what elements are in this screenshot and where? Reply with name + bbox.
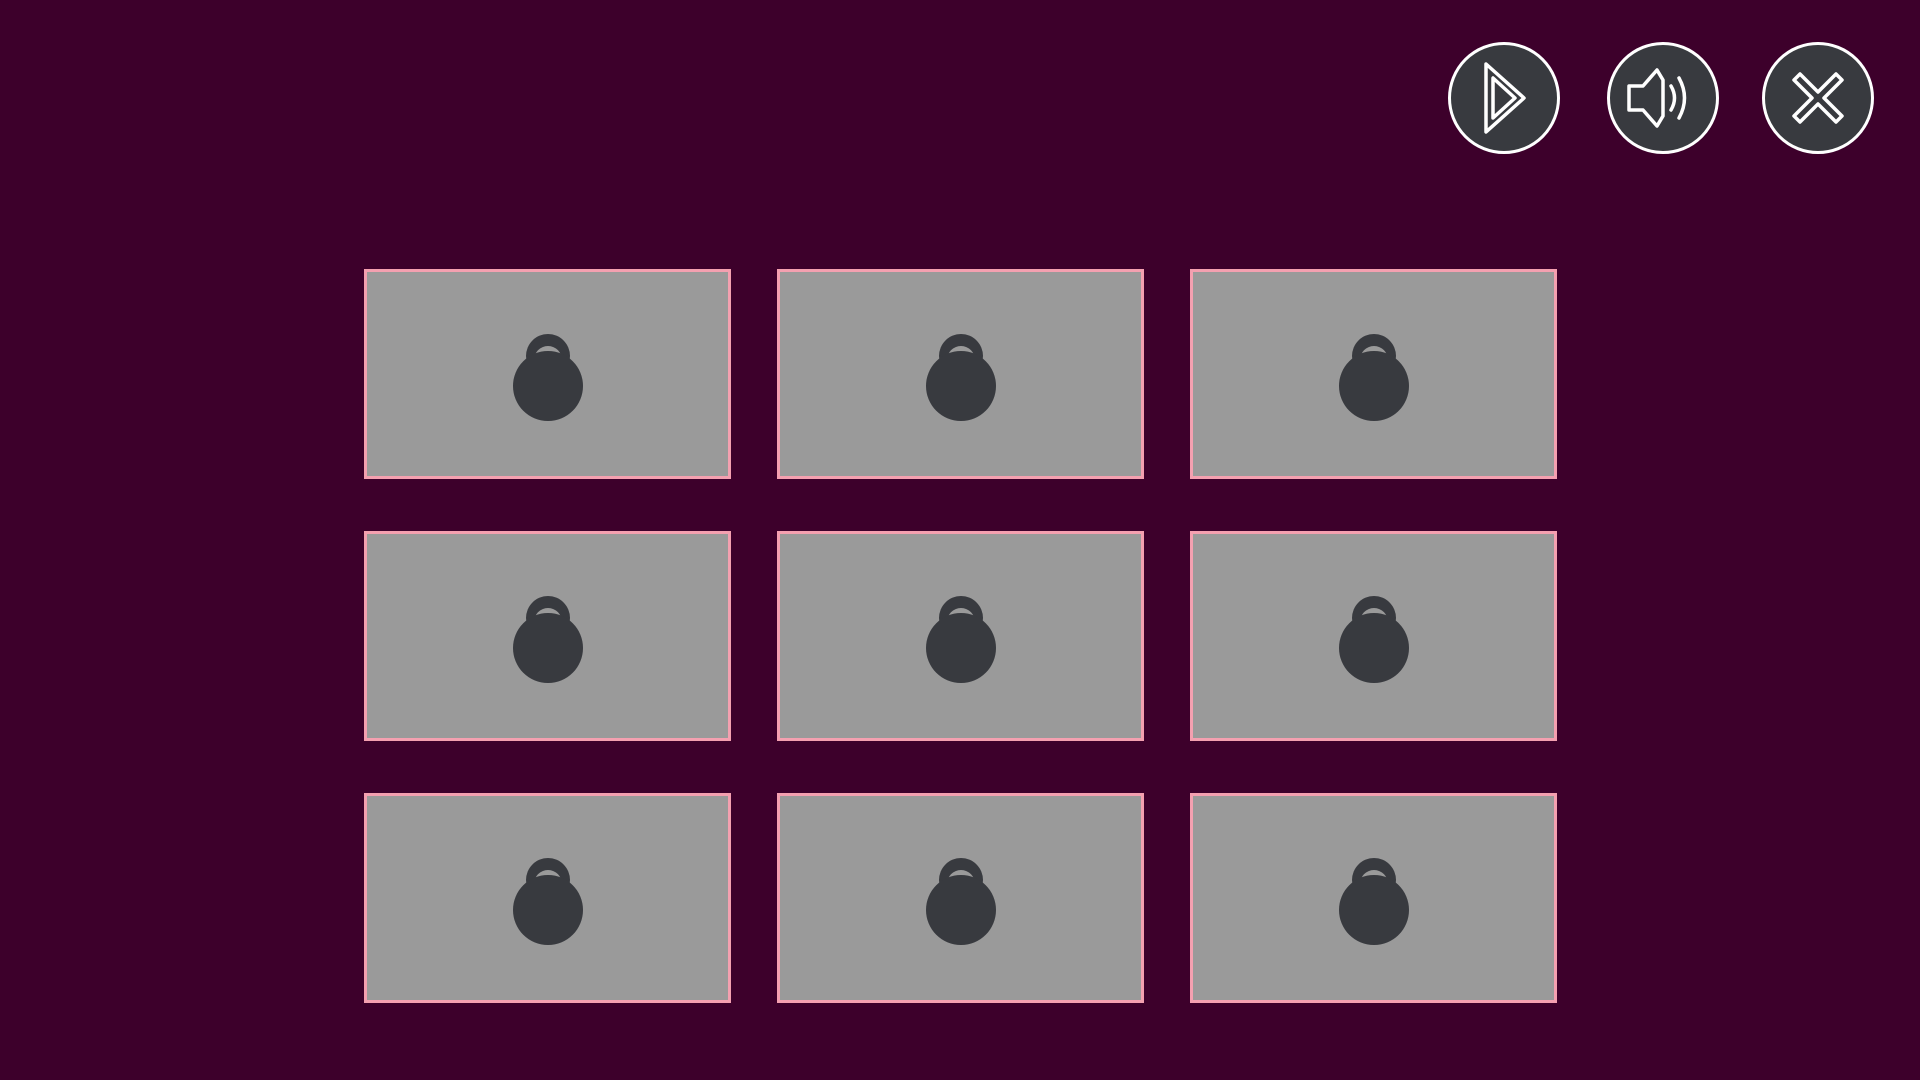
level-tile-9[interactable] — [1190, 793, 1557, 1003]
close-icon — [1782, 62, 1854, 134]
lock-icon — [925, 850, 997, 946]
lock-icon — [512, 326, 584, 422]
lock-icon — [1338, 850, 1410, 946]
play-button[interactable] — [1448, 42, 1560, 154]
speaker-icon — [1623, 58, 1703, 138]
level-tile-8[interactable] — [777, 793, 1144, 1003]
level-tile-7[interactable] — [364, 793, 731, 1003]
lock-icon — [1338, 326, 1410, 422]
level-tile-1[interactable] — [364, 269, 731, 479]
level-tile-4[interactable] — [364, 531, 731, 741]
level-tile-6[interactable] — [1190, 531, 1557, 741]
close-button[interactable] — [1762, 42, 1874, 154]
level-tile-2[interactable] — [777, 269, 1144, 479]
level-tile-3[interactable] — [1190, 269, 1557, 479]
lock-icon — [512, 588, 584, 684]
level-tile-5[interactable] — [777, 531, 1144, 741]
game-screen — [0, 0, 1920, 1080]
sound-button[interactable] — [1607, 42, 1719, 154]
play-icon — [1474, 58, 1534, 138]
level-grid — [364, 269, 1557, 1003]
lock-icon — [512, 850, 584, 946]
lock-icon — [925, 326, 997, 422]
lock-icon — [1338, 588, 1410, 684]
lock-icon — [925, 588, 997, 684]
